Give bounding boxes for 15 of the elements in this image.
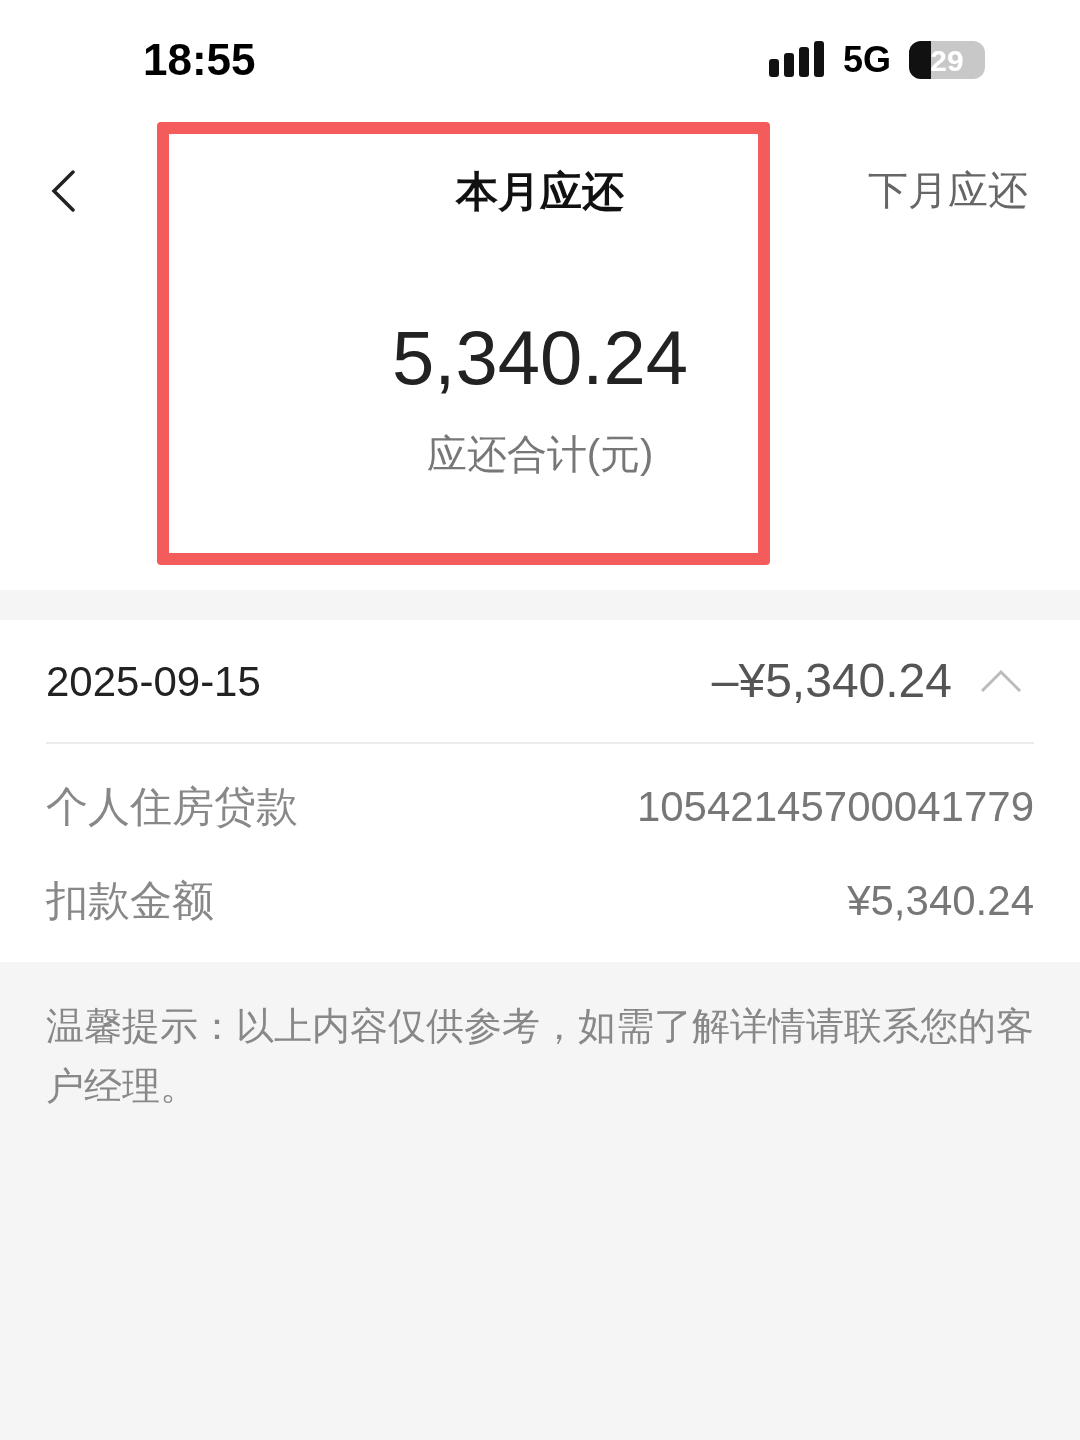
- notice-text: 温馨提示：以上内容仅供参考，如需了解详情请联系您的客户经理。: [45, 1004, 1035, 1109]
- detail-label: 扣款金额: [46, 875, 214, 926]
- total-amount: 5,340.24: [392, 320, 688, 396]
- detail-label: 个人住房贷款: [46, 781, 298, 832]
- amount-caption: 应还合计(元): [426, 431, 654, 478]
- detail-value: ¥5,340.24: [847, 875, 1034, 926]
- record-amount: –¥5,340.24: [711, 653, 952, 709]
- back-icon[interactable]: [50, 170, 76, 212]
- status-time: 18:55: [143, 34, 256, 86]
- signal-icon: [768, 41, 825, 79]
- header-tab[interactable]: 下月应还: [868, 160, 1028, 220]
- network-label: 5G: [842, 38, 891, 82]
- record-date: 2025-09-15: [46, 656, 261, 707]
- detail-value: 10542145700041779: [636, 781, 1034, 832]
- header-tab[interactable]: 本月应还: [380, 160, 700, 223]
